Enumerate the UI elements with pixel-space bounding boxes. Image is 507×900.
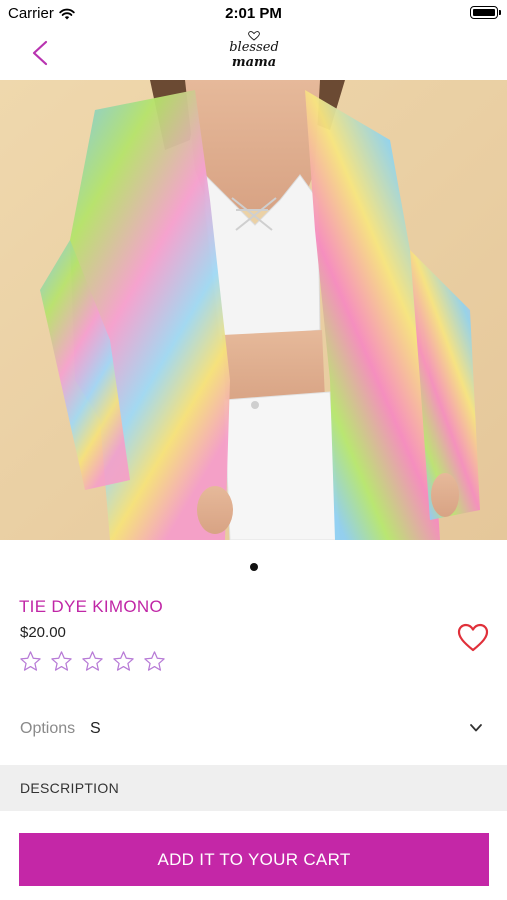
add-to-cart-button[interactable]: ADD IT TO YOUR CART [19,833,489,886]
product-price: $20.00 [20,624,66,641]
heart-outline-icon [457,623,489,652]
nav-bar: blessed mama [0,28,507,78]
chevron-left-icon [32,40,48,66]
options-value: S [90,720,101,737]
back-button[interactable] [24,34,58,72]
star-icon[interactable] [81,650,104,673]
star-icon[interactable] [19,650,42,673]
chevron-down-icon [470,724,482,732]
product-image[interactable] [0,80,507,540]
pager-dot-active[interactable] [249,563,258,571]
battery-icon [470,6,501,19]
options-label: Options [20,720,76,737]
options-selector[interactable]: Options S [0,710,507,748]
description-label: DESCRIPTION [20,780,119,796]
product-photo [0,80,507,540]
product-title: TIE DYE KIMONO [19,597,163,616]
favorite-button[interactable] [456,622,490,654]
star-rating[interactable] [19,650,166,673]
status-time: 2:01 PM [225,5,282,22]
star-icon[interactable] [50,650,73,673]
description-section[interactable]: DESCRIPTION [0,765,507,811]
star-icon[interactable] [112,650,135,673]
star-icon[interactable] [143,650,166,673]
image-pager[interactable] [0,558,507,576]
status-bar: Carrier 2:01 PM [0,0,507,28]
brand-logo: blessed mama [228,31,280,75]
